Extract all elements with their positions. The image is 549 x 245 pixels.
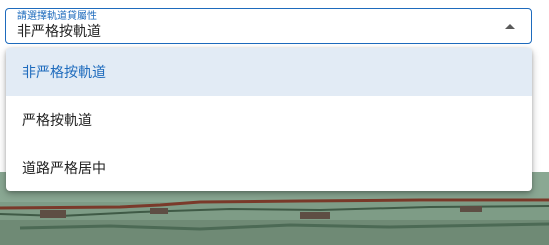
- select-label: 請選擇軌道貸屬性: [17, 11, 97, 22]
- menu-item-road-strict-center[interactable]: 道路严格居中: [6, 144, 532, 191]
- menu-item-label: 道路严格居中: [22, 161, 106, 177]
- select-value: 非严格按軌道: [17, 24, 101, 40]
- dropdown-menu: 非严格按軌道 严格按軌道 道路严格居中: [6, 48, 532, 191]
- menu-item-label: 严格按軌道: [22, 113, 92, 129]
- track-attribute-select[interactable]: 請選擇軌道貸屬性 非严格按軌道: [5, 8, 532, 44]
- menu-up-icon[interactable]: [505, 24, 515, 29]
- menu-item-strict-track[interactable]: 严格按軌道: [6, 96, 532, 144]
- menu-item-non-strict-track[interactable]: 非严格按軌道: [6, 48, 532, 96]
- menu-item-label: 非严格按軌道: [22, 65, 106, 81]
